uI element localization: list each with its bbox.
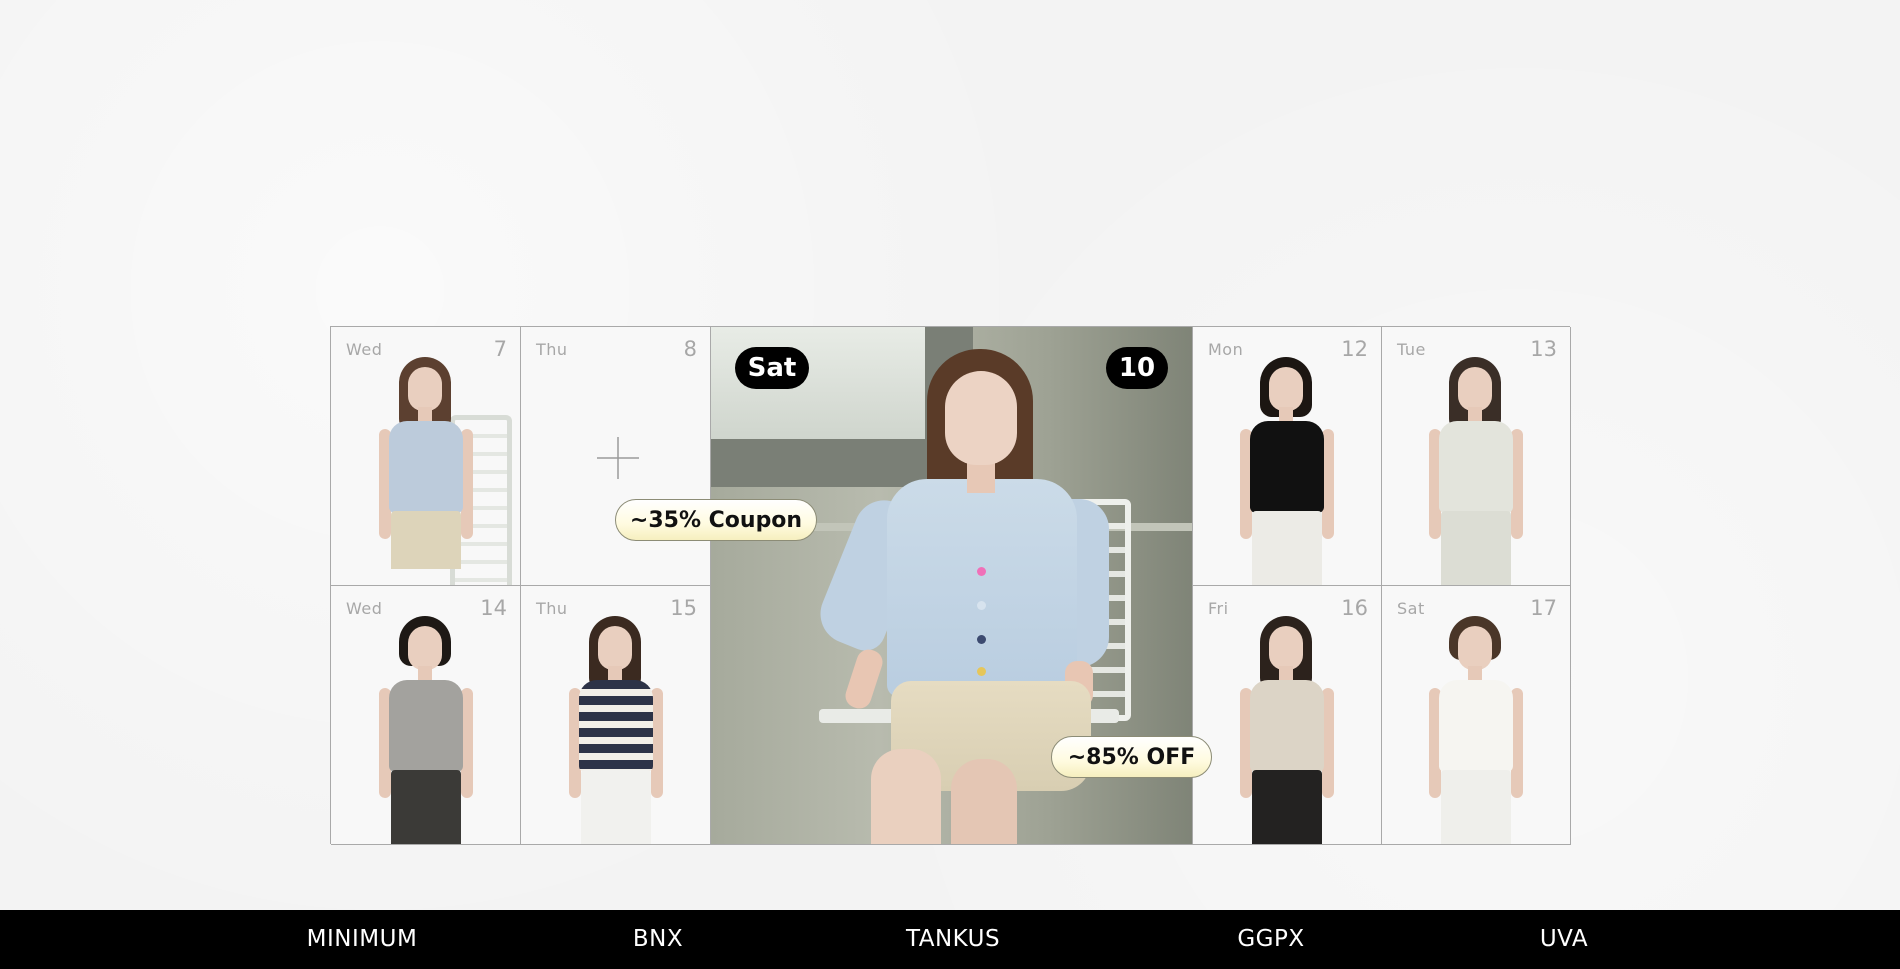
calendar-day-14[interactable]: Wed 14 bbox=[331, 586, 521, 845]
weekday-label: Sat bbox=[1397, 599, 1425, 618]
weekday-label: Thu bbox=[536, 340, 568, 359]
product-photo bbox=[1232, 355, 1342, 585]
calendar-day-17[interactable]: Sat 17 bbox=[1382, 586, 1571, 845]
day-number: 16 bbox=[1341, 596, 1368, 620]
day-number: 12 bbox=[1341, 337, 1368, 361]
coupon-badge[interactable]: ~35% Coupon bbox=[615, 499, 817, 541]
plus-icon[interactable] bbox=[597, 437, 639, 479]
brand-link-minimum[interactable]: MINIMUM bbox=[307, 910, 418, 969]
featured-weekday-pill: Sat bbox=[735, 347, 809, 389]
weekday-label: Thu bbox=[536, 599, 568, 618]
calendar-day-15[interactable]: Thu 15 bbox=[521, 586, 711, 845]
weekday-label: Fri bbox=[1208, 599, 1229, 618]
featured-day-pill: 10 bbox=[1106, 347, 1168, 389]
brand-link-bnx[interactable]: BNX bbox=[633, 910, 683, 969]
discount-badge[interactable]: ~85% OFF bbox=[1051, 736, 1212, 778]
calendar-day-7[interactable]: Wed 7 bbox=[331, 327, 521, 586]
weekday-label: Tue bbox=[1397, 340, 1426, 359]
product-photo bbox=[1421, 614, 1531, 844]
day-number: 13 bbox=[1530, 337, 1557, 361]
brand-nav-bar: MINIMUM BNX TANKUS GGPX UVA bbox=[0, 910, 1900, 969]
calendar-day-16[interactable]: Fri 16 bbox=[1193, 586, 1382, 845]
brand-link-ggpx[interactable]: GGPX bbox=[1237, 910, 1304, 969]
day-number: 7 bbox=[493, 337, 507, 361]
weekday-label: Mon bbox=[1208, 340, 1244, 359]
day-number: 17 bbox=[1530, 596, 1557, 620]
calendar-day-13[interactable]: Tue 13 bbox=[1382, 327, 1571, 586]
product-photo bbox=[1421, 355, 1531, 585]
calendar-day-8[interactable]: Thu 8 bbox=[521, 327, 711, 586]
day-number: 15 bbox=[670, 596, 697, 620]
product-calendar: Wed 7 Thu 8 Sat 10 Mon 12 Tue 13 Wed 14 … bbox=[330, 326, 1571, 845]
weekday-label: Wed bbox=[346, 599, 383, 618]
product-photo bbox=[561, 614, 671, 844]
product-photo bbox=[1232, 614, 1342, 844]
product-photo bbox=[371, 614, 481, 844]
brand-link-tankus[interactable]: TANKUS bbox=[906, 910, 1000, 969]
day-number: 14 bbox=[480, 596, 507, 620]
brand-link-uva[interactable]: UVA bbox=[1540, 910, 1588, 969]
day-number: 8 bbox=[683, 337, 697, 361]
weekday-label: Wed bbox=[346, 340, 383, 359]
product-photo bbox=[371, 355, 481, 585]
calendar-day-12[interactable]: Mon 12 bbox=[1193, 327, 1382, 586]
